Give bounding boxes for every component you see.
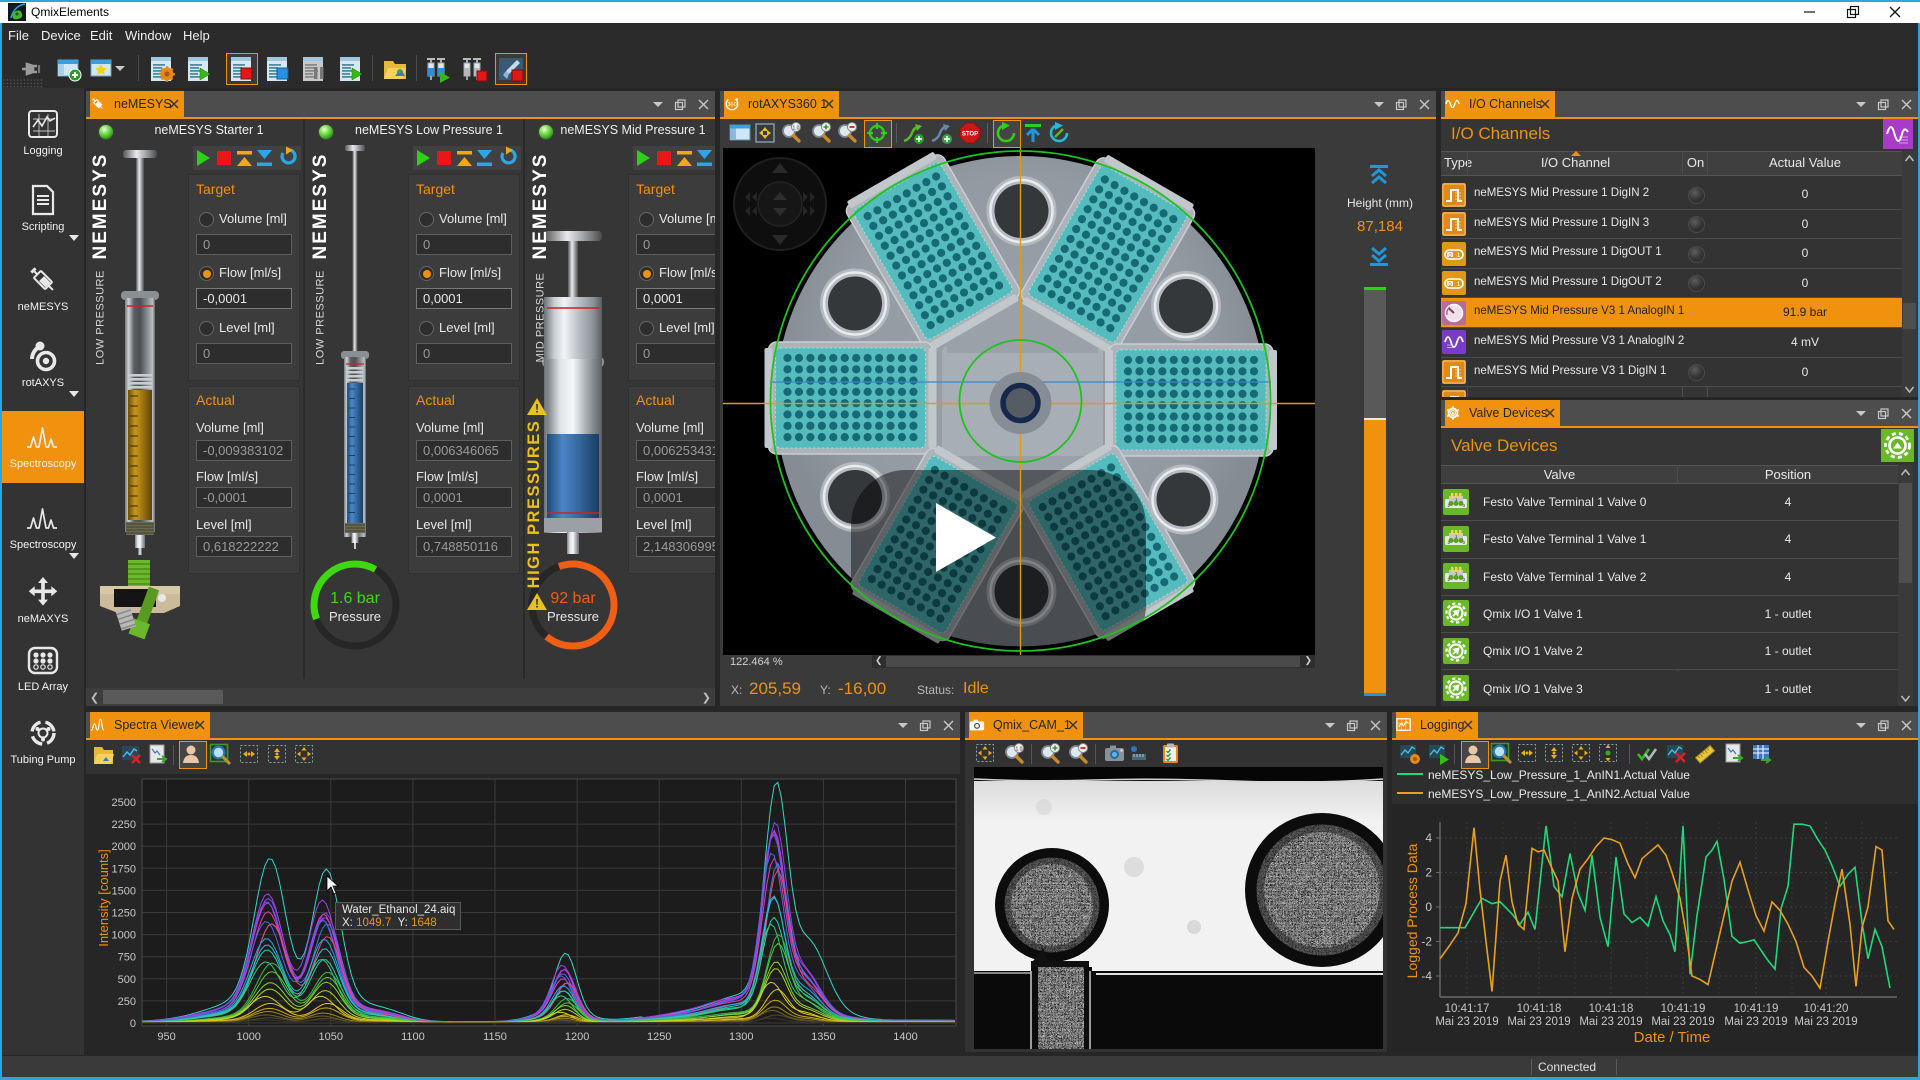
svg-text:1050: 1050 xyxy=(319,1031,343,1043)
svg-text:4: 4 xyxy=(1425,831,1432,845)
svg-text:Mai 23 2019: Mai 23 2019 xyxy=(1435,1016,1498,1028)
svg-text:Mai 23 2019: Mai 23 2019 xyxy=(1724,1016,1787,1028)
svg-text:1350: 1350 xyxy=(811,1031,835,1043)
svg-text:1750: 1750 xyxy=(112,863,136,875)
svg-text:1150: 1150 xyxy=(483,1031,507,1043)
svg-text:1.0: 1.0 xyxy=(793,126,800,132)
svg-text:1: 1 xyxy=(1457,281,1461,288)
svg-text:1300: 1300 xyxy=(729,1031,753,1043)
svg-text:1250: 1250 xyxy=(112,908,136,920)
svg-text:500: 500 xyxy=(118,974,136,986)
svg-text:1000: 1000 xyxy=(236,1031,260,1043)
svg-text:STOP: STOP xyxy=(962,132,978,138)
svg-text:2: 2 xyxy=(1425,866,1432,880)
svg-text:1.6 bar: 1.6 bar xyxy=(330,590,380,607)
svg-text:1000: 1000 xyxy=(112,930,136,942)
svg-text:10:41:19: 10:41:19 xyxy=(1734,1003,1779,1015)
svg-text:10:41:18: 10:41:18 xyxy=(1517,1003,1562,1015)
svg-text:2250: 2250 xyxy=(112,819,136,831)
svg-text:Mai 23 2019: Mai 23 2019 xyxy=(1507,1016,1570,1028)
svg-text:Mai 23 2019: Mai 23 2019 xyxy=(1794,1016,1857,1028)
svg-text:!: ! xyxy=(535,402,539,416)
svg-text:2500: 2500 xyxy=(112,797,136,809)
svg-text:-4: -4 xyxy=(1421,969,1432,983)
svg-text:750: 750 xyxy=(118,952,136,964)
svg-text:!: ! xyxy=(535,597,539,611)
svg-text:1100: 1100 xyxy=(401,1031,425,1043)
svg-text:1400: 1400 xyxy=(893,1031,917,1043)
svg-text:250: 250 xyxy=(118,996,136,1008)
svg-text:10:41:19: 10:41:19 xyxy=(1661,1003,1706,1015)
svg-text:1200: 1200 xyxy=(565,1031,589,1043)
svg-text:10:41:18: 10:41:18 xyxy=(1589,1003,1634,1015)
svg-text:0: 0 xyxy=(1448,253,1451,259)
svg-text:92 bar: 92 bar xyxy=(550,590,596,607)
svg-text:1.0: 1.0 xyxy=(1016,747,1023,753)
svg-text:Mai 23 2019: Mai 23 2019 xyxy=(1579,1016,1642,1028)
svg-text:1250: 1250 xyxy=(647,1031,671,1043)
svg-text:950: 950 xyxy=(157,1031,175,1043)
svg-text:10:41:17: 10:41:17 xyxy=(1445,1003,1490,1015)
svg-text:Pressure: Pressure xyxy=(547,609,599,624)
svg-text:10:41:20: 10:41:20 xyxy=(1804,1003,1849,1015)
svg-text:Pressure: Pressure xyxy=(329,609,381,624)
svg-text:-2: -2 xyxy=(1421,935,1432,949)
svg-text:1: 1 xyxy=(1457,252,1461,259)
svg-text:2000: 2000 xyxy=(112,841,136,853)
svg-text:1500: 1500 xyxy=(112,885,136,897)
svg-text:Mai 23 2019: Mai 23 2019 xyxy=(1651,1016,1714,1028)
svg-text:0: 0 xyxy=(1448,282,1451,288)
svg-text:0: 0 xyxy=(1425,900,1432,914)
svg-text:0: 0 xyxy=(130,1018,136,1030)
